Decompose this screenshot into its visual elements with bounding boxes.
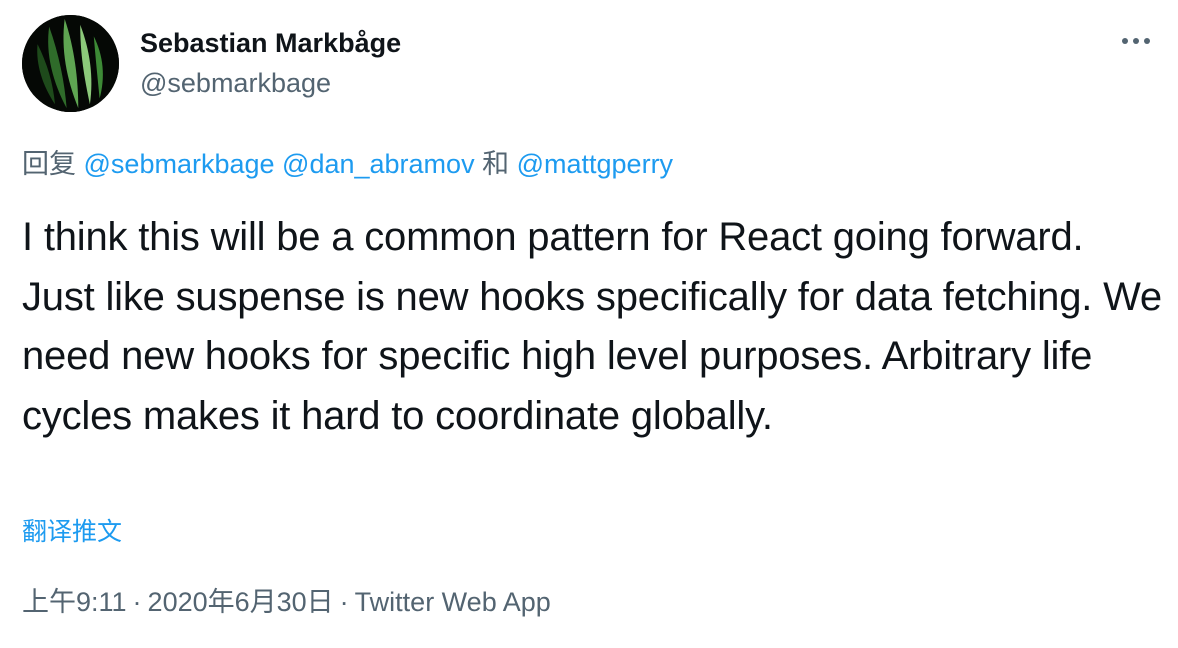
tweet-date[interactable]: 2020年6月30日 [148, 587, 334, 617]
meta-separator: · [339, 587, 349, 617]
translate-tweet-link[interactable]: 翻译推文 [22, 516, 122, 548]
reply-prefix: 回复 [22, 149, 76, 179]
source-app-link[interactable]: Twitter Web App [355, 587, 551, 617]
mention-link[interactable]: @dan_abramov [282, 149, 475, 179]
reply-context: 回复 @sebmarkbage @dan_abramov 和 @mattgper… [22, 146, 673, 182]
meta-separator: · [132, 587, 142, 617]
leaf-icon [22, 15, 119, 112]
reply-conjunction: 和 [482, 149, 510, 179]
tweet-metadata: 上午9:11 · 2020年6月30日 · Twitter Web App [22, 584, 551, 620]
tweet-text: I think this will be a common pattern fo… [22, 215, 1162, 438]
mention-link[interactable]: @sebmarkbage [84, 149, 275, 179]
author-block: Sebastian Markbåge @sebmarkbage [140, 26, 401, 100]
more-horizontal-icon [1122, 38, 1150, 44]
author-display-name[interactable]: Sebastian Markbåge [140, 26, 401, 60]
author-handle[interactable]: @sebmarkbage [140, 66, 401, 100]
mention-link[interactable]: @mattgperry [517, 149, 673, 179]
more-options-button[interactable] [1114, 26, 1158, 56]
avatar[interactable] [22, 15, 119, 112]
tweet-time[interactable]: 上午9:11 [22, 587, 127, 617]
